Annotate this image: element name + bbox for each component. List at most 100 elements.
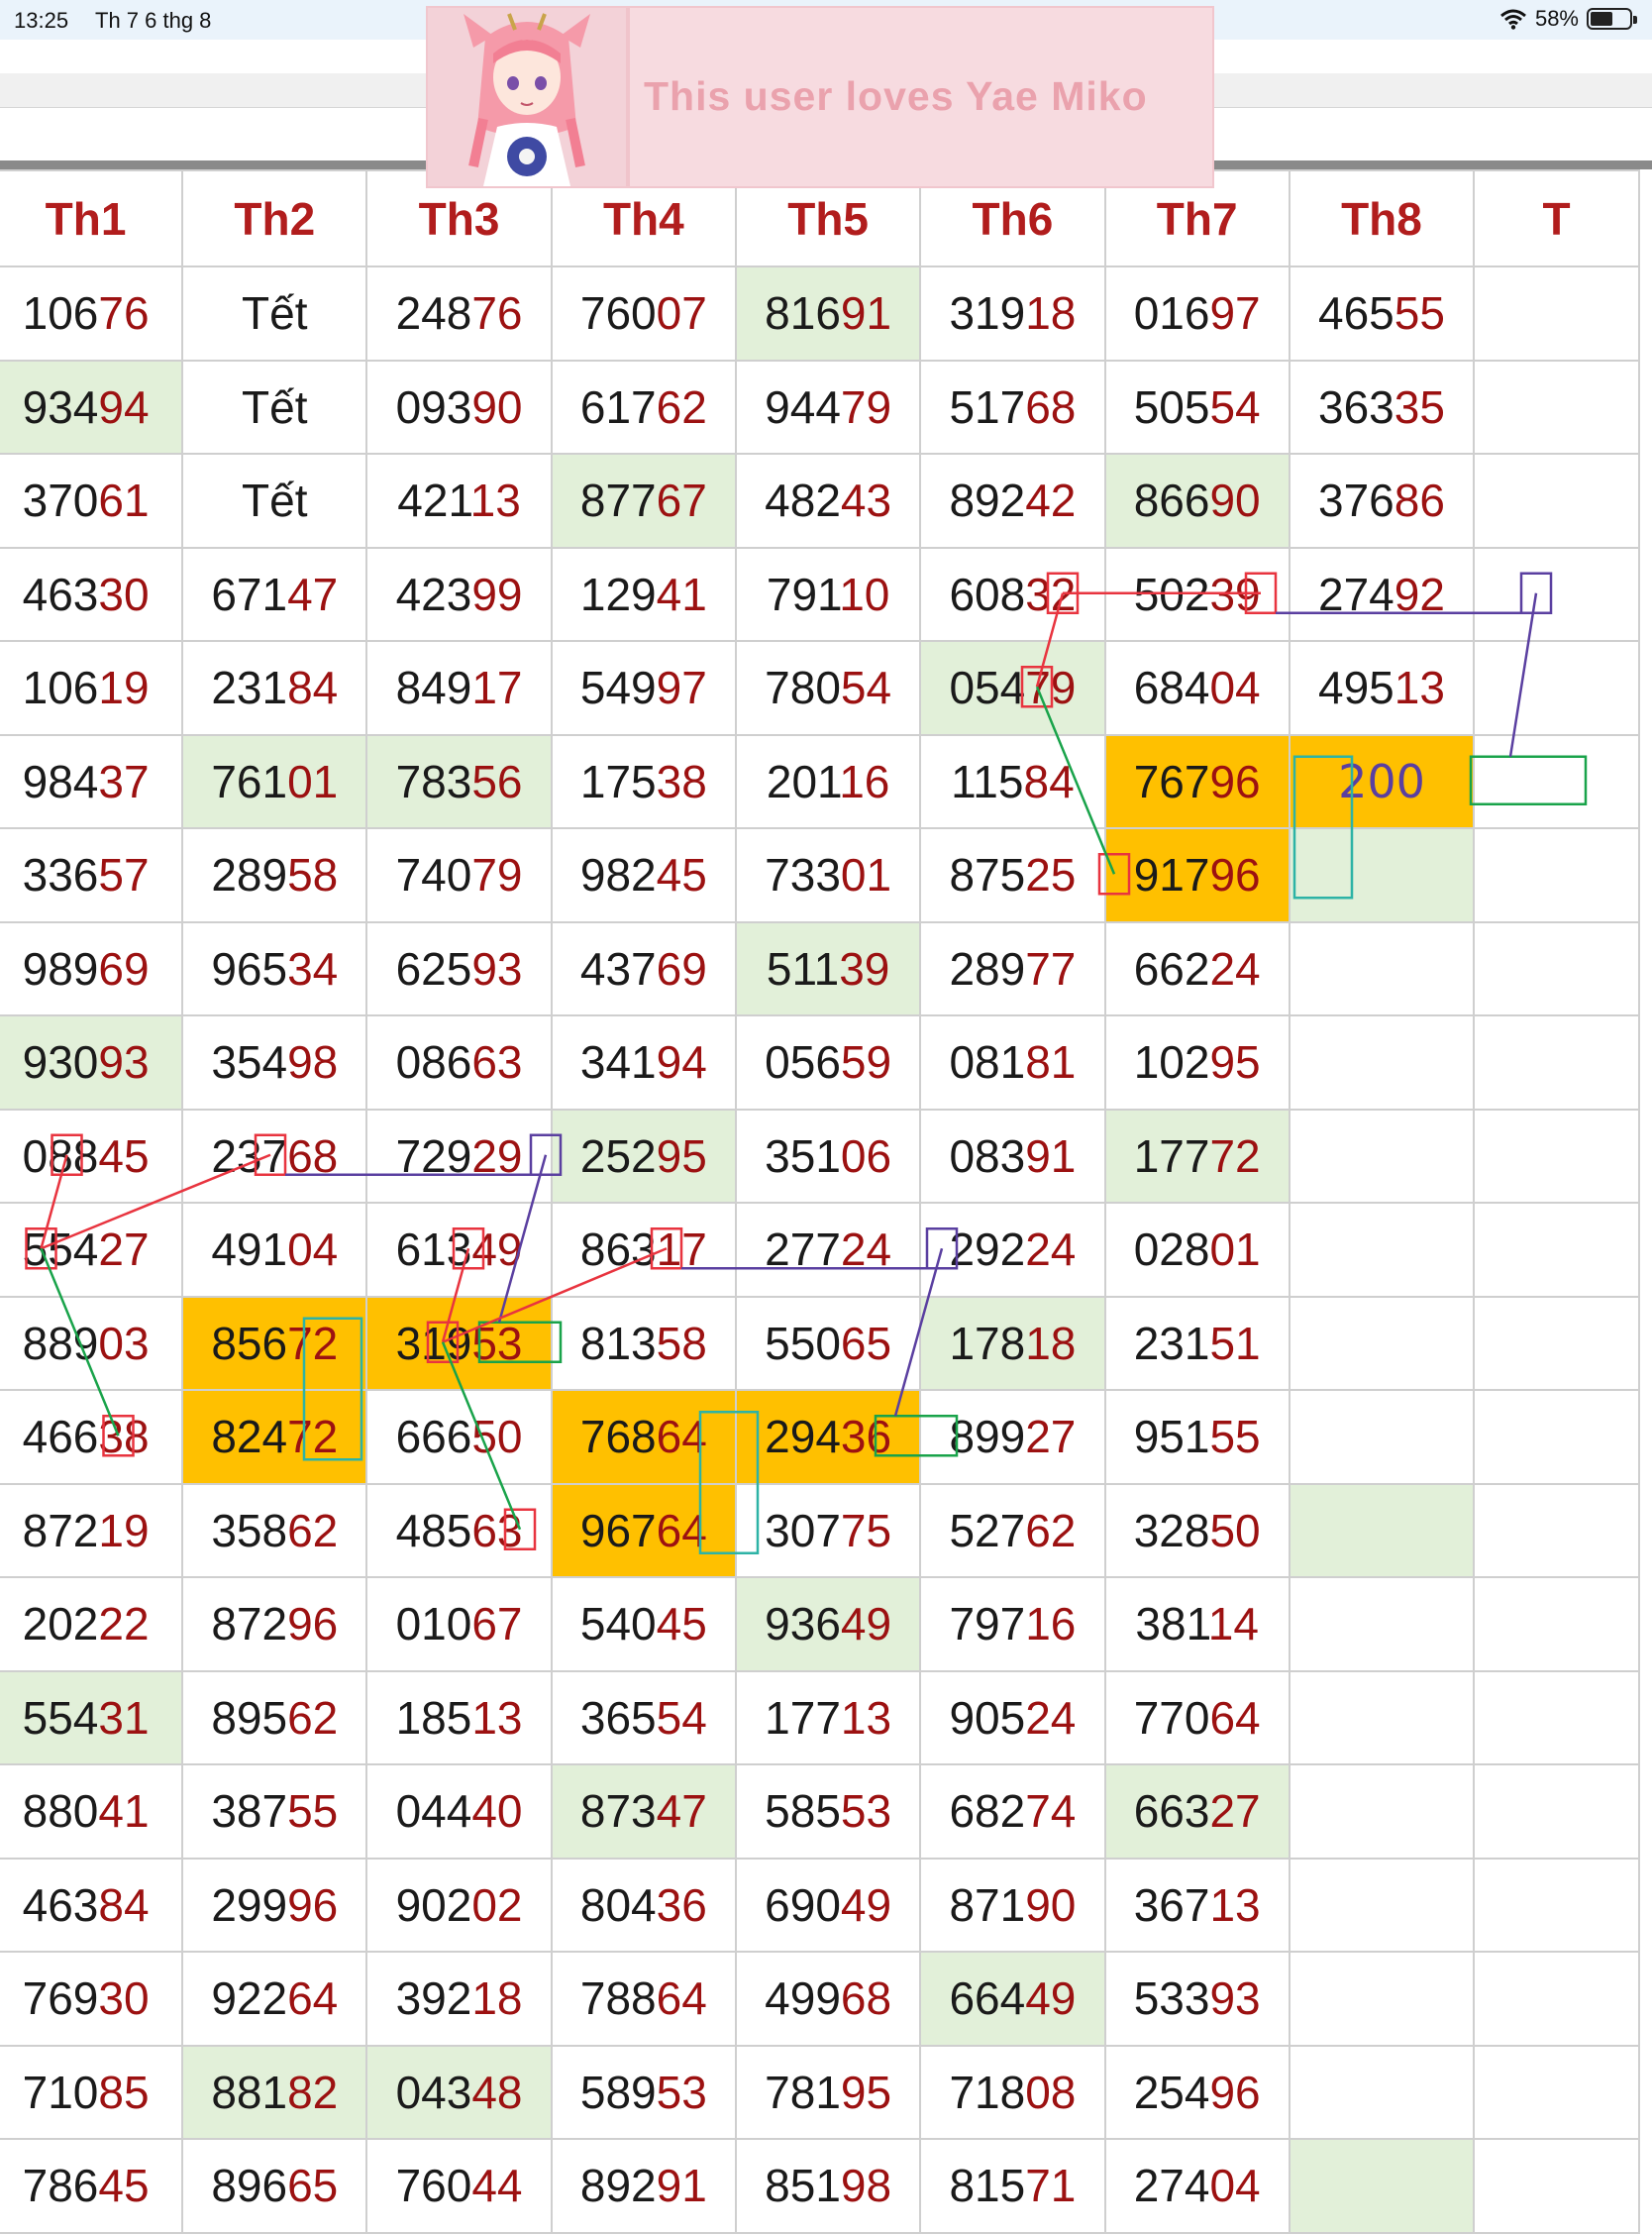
result-cell[interactable]: 55431 xyxy=(0,1669,184,1765)
result-cell[interactable]: 89665 xyxy=(181,2138,368,2234)
result-cell[interactable]: 42113 xyxy=(365,453,553,549)
result-cell[interactable]: 84917 xyxy=(365,640,553,736)
result-cell[interactable]: 82472 xyxy=(181,1389,368,1485)
result-cell[interactable]: 10619 xyxy=(0,640,184,736)
result-cell[interactable]: 96764 xyxy=(550,1482,737,1578)
result-cell[interactable] xyxy=(1473,640,1640,736)
result-cell[interactable]: 25496 xyxy=(1103,2044,1291,2140)
result-cell[interactable]: 88903 xyxy=(0,1295,184,1391)
result-cell[interactable]: 52762 xyxy=(919,1482,1106,1578)
result-cell[interactable] xyxy=(1288,1482,1476,1578)
result-cell[interactable]: 76796 xyxy=(1103,733,1291,829)
result-cell[interactable] xyxy=(1473,1857,1640,1953)
result-cell[interactable]: 05479 xyxy=(919,640,1106,736)
result-cell[interactable] xyxy=(1288,1857,1476,1953)
result-cell[interactable]: 46555 xyxy=(1288,266,1476,362)
result-cell[interactable]: 20222 xyxy=(0,1576,184,1672)
result-cell[interactable] xyxy=(1473,1951,1640,2047)
result-cell[interactable]: 32850 xyxy=(1103,1482,1291,1578)
result-cell[interactable] xyxy=(1473,1482,1640,1578)
result-cell[interactable]: 61762 xyxy=(550,359,737,455)
result-cell[interactable]: 17818 xyxy=(919,1295,1106,1391)
result-cell[interactable]: 53393 xyxy=(1103,1951,1291,2047)
column-header-th2[interactable]: Th2 xyxy=(181,169,368,267)
result-cell[interactable]: 17713 xyxy=(734,1669,922,1765)
result-cell[interactable]: 02801 xyxy=(1103,1202,1291,1298)
result-cell[interactable]: 90202 xyxy=(365,1857,553,1953)
result-cell[interactable]: 58553 xyxy=(734,1763,922,1860)
result-cell[interactable]: 08181 xyxy=(919,1014,1106,1111)
result-cell[interactable]: 96534 xyxy=(181,920,368,1016)
column-header-t[interactable]: T xyxy=(1473,169,1640,267)
result-cell[interactable]: 92264 xyxy=(181,1951,368,2047)
result-cell[interactable] xyxy=(1288,1951,1476,2047)
result-cell[interactable]: 66449 xyxy=(919,1951,1106,2047)
result-cell[interactable]: 17538 xyxy=(550,733,737,829)
result-cell[interactable]: 93494 xyxy=(0,359,184,455)
result-cell[interactable]: 69049 xyxy=(734,1857,922,1953)
result-cell[interactable]: 36713 xyxy=(1103,1857,1291,1953)
result-cell[interactable]: 88041 xyxy=(0,1763,184,1860)
result-cell[interactable]: 87296 xyxy=(181,1576,368,1672)
result-cell[interactable]: 85672 xyxy=(181,1295,368,1391)
result-cell[interactable] xyxy=(1288,1202,1476,1298)
result-cell[interactable] xyxy=(1473,2138,1640,2234)
result-cell[interactable]: 36335 xyxy=(1288,359,1476,455)
result-cell[interactable] xyxy=(1288,827,1476,923)
result-cell[interactable]: 91796 xyxy=(1103,827,1291,923)
result-cell[interactable]: 77064 xyxy=(1103,1669,1291,1765)
result-cell[interactable] xyxy=(1473,1014,1640,1111)
result-cell[interactable]: 71085 xyxy=(0,2044,184,2140)
result-cell[interactable] xyxy=(1288,2044,1476,2140)
result-cell[interactable]: 78356 xyxy=(365,733,553,829)
result-cell[interactable]: 95155 xyxy=(1103,1389,1291,1485)
result-cell[interactable] xyxy=(1473,1763,1640,1860)
result-cell[interactable]: 11584 xyxy=(919,733,1106,829)
result-cell[interactable] xyxy=(1473,1576,1640,1672)
result-cell[interactable]: 29224 xyxy=(919,1202,1106,1298)
result-cell[interactable]: 17772 xyxy=(1103,1108,1291,1204)
result-cell[interactable]: 98437 xyxy=(0,733,184,829)
result-cell[interactable] xyxy=(1473,1295,1640,1391)
result-cell[interactable]: 89242 xyxy=(919,453,1106,549)
result-cell[interactable]: 20116 xyxy=(734,733,922,829)
result-cell[interactable] xyxy=(1288,920,1476,1016)
result-cell[interactable]: 87190 xyxy=(919,1857,1106,1953)
result-cell[interactable]: 08845 xyxy=(0,1108,184,1204)
result-cell[interactable]: 89291 xyxy=(550,2138,737,2234)
result-cell[interactable] xyxy=(1473,920,1640,1016)
result-cell[interactable]: 51768 xyxy=(919,359,1106,455)
result-cell[interactable]: 54045 xyxy=(550,1576,737,1672)
result-cell[interactable]: 10295 xyxy=(1103,1014,1291,1111)
result-cell[interactable]: 38114 xyxy=(1103,1576,1291,1672)
result-cell[interactable]: 76930 xyxy=(0,1951,184,2047)
result-cell[interactable]: 85198 xyxy=(734,2138,922,2234)
result-cell[interactable]: 49104 xyxy=(181,1202,368,1298)
result-cell[interactable]: 46384 xyxy=(0,1857,184,1953)
result-cell[interactable]: 18513 xyxy=(365,1669,553,1765)
result-cell[interactable]: 78054 xyxy=(734,640,922,736)
result-cell[interactable]: 66327 xyxy=(1103,1763,1291,1860)
result-cell[interactable]: 81691 xyxy=(734,266,922,362)
result-cell[interactable]: 01697 xyxy=(1103,266,1291,362)
result-cell[interactable]: 76044 xyxy=(365,2138,553,2234)
result-cell[interactable]: 27404 xyxy=(1103,2138,1291,2234)
result-cell[interactable]: Tết xyxy=(181,453,368,549)
result-cell[interactable] xyxy=(1288,1576,1476,1672)
result-cell[interactable] xyxy=(1473,453,1640,549)
result-cell[interactable]: 29436 xyxy=(734,1389,922,1485)
result-cell[interactable]: 38755 xyxy=(181,1763,368,1860)
result-cell[interactable] xyxy=(1473,266,1640,362)
result-cell[interactable]: 04348 xyxy=(365,2044,553,2140)
result-cell[interactable]: 23768 xyxy=(181,1108,368,1204)
result-cell[interactable] xyxy=(1473,2044,1640,2140)
result-cell[interactable]: 78195 xyxy=(734,2044,922,2140)
result-cell[interactable] xyxy=(1473,1202,1640,1298)
result-cell[interactable]: 79110 xyxy=(734,546,922,642)
result-cell[interactable]: 86317 xyxy=(550,1202,737,1298)
result-cell[interactable] xyxy=(1288,1389,1476,1485)
result-cell[interactable]: 98245 xyxy=(550,827,737,923)
result-cell[interactable]: 50554 xyxy=(1103,359,1291,455)
result-cell[interactable]: 55427 xyxy=(0,1202,184,1298)
result-cell[interactable]: 89562 xyxy=(181,1669,368,1765)
